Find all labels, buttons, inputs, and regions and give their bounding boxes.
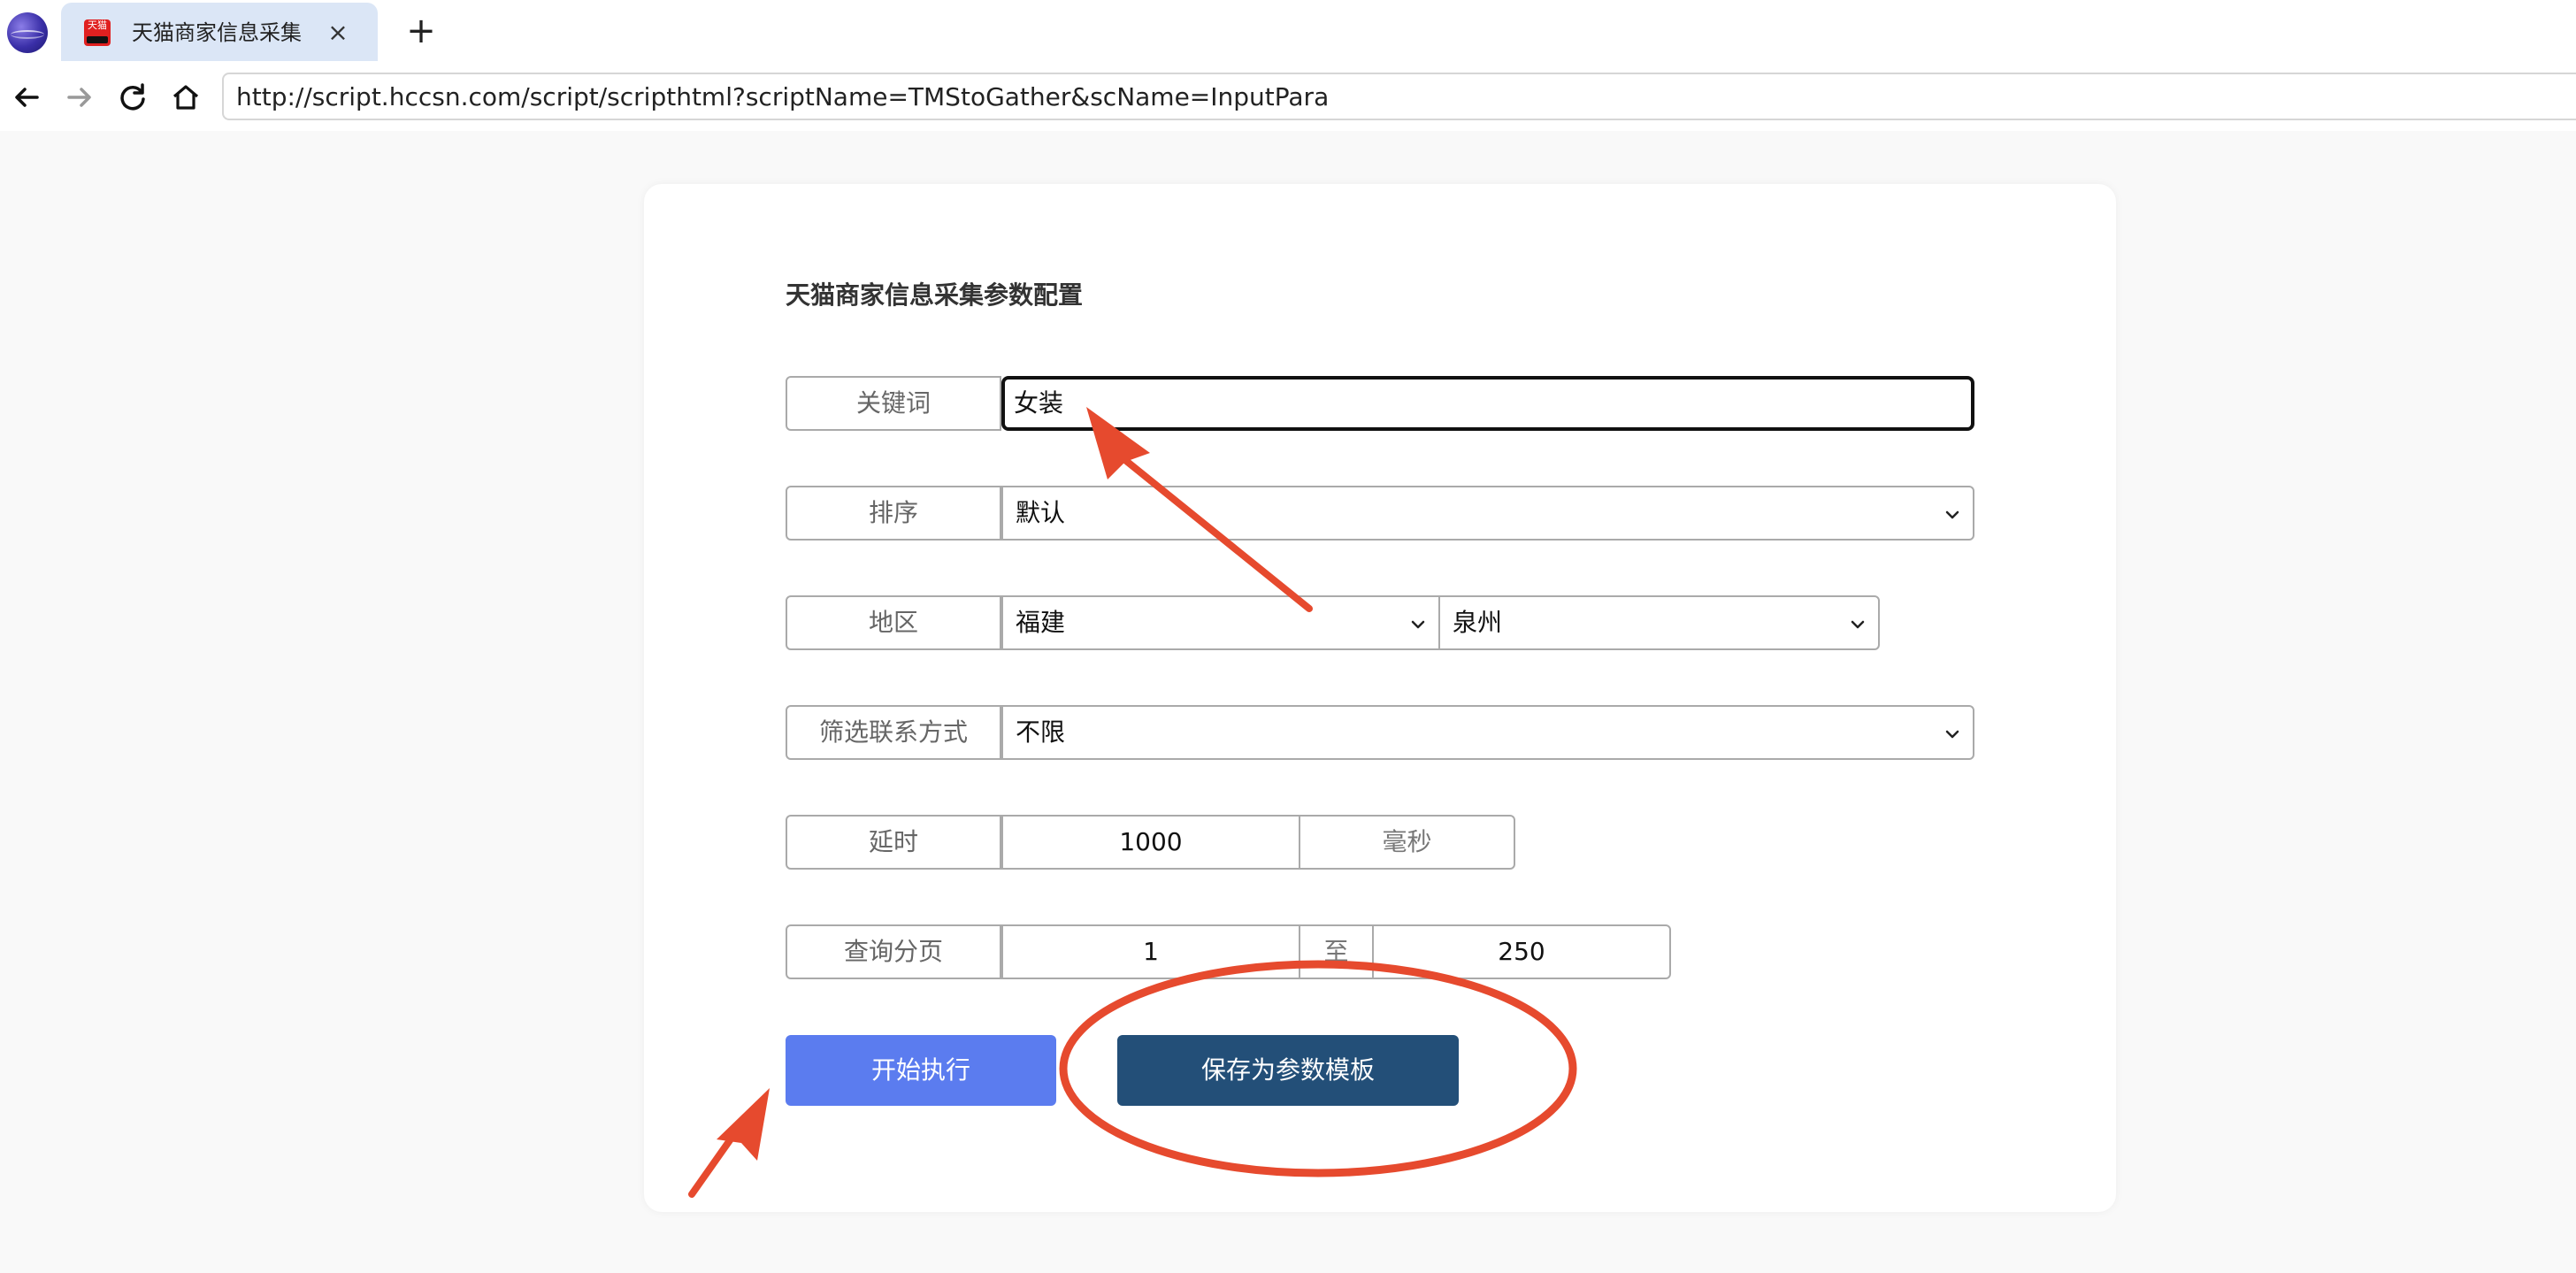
- keyword-input[interactable]: 女装: [1001, 376, 1974, 431]
- browser-logo-icon[interactable]: [7, 12, 48, 53]
- back-arrow-icon[interactable]: [9, 80, 44, 115]
- save-template-button[interactable]: 保存为参数模板: [1117, 1035, 1459, 1106]
- chevron-down-icon: [1945, 730, 1959, 739]
- page-from-input[interactable]: 1: [1001, 924, 1300, 979]
- home-icon[interactable]: [168, 80, 203, 115]
- close-tab-icon[interactable]: ×: [323, 18, 353, 48]
- start-button[interactable]: 开始执行: [786, 1035, 1056, 1106]
- city-value: 泉州: [1453, 608, 1503, 637]
- page-to-value: 250: [1498, 937, 1545, 966]
- keyword-value: 女装: [1014, 388, 1064, 418]
- city-select[interactable]: 泉州: [1438, 595, 1880, 650]
- sort-select[interactable]: 默认: [1001, 486, 1974, 541]
- delay-input[interactable]: 1000: [1001, 815, 1300, 870]
- form-title: 天猫商家信息采集参数配置: [786, 280, 1084, 310]
- tab-active[interactable]: 天猫 天猫商家信息采集 ×: [61, 3, 378, 61]
- tmall-favicon-icon: 天猫: [84, 19, 111, 46]
- page-separator: 至: [1299, 924, 1374, 979]
- contact-filter-label: 筛选联系方式: [786, 705, 1001, 760]
- browser-chrome: 天猫 天猫商家信息采集 × + http://script.hccsn.com/…: [0, 0, 2576, 131]
- address-bar[interactable]: http://script.hccsn.com/script/scripthtm…: [222, 73, 2576, 120]
- chevron-down-icon: [1851, 620, 1865, 629]
- contact-filter-select[interactable]: 不限: [1001, 705, 1974, 760]
- url-text: http://script.hccsn.com/script/scripthtm…: [236, 82, 1330, 111]
- delay-label: 延时: [786, 815, 1001, 870]
- delay-unit-text: 毫秒: [1382, 827, 1432, 856]
- page-separator-text: 至: [1323, 937, 1349, 966]
- navigation-bar: http://script.hccsn.com/script/scripthtm…: [0, 62, 2576, 131]
- province-select[interactable]: 福建: [1001, 595, 1440, 650]
- page-from-value: 1: [1143, 937, 1159, 966]
- keyword-label: 关键词: [786, 376, 1001, 431]
- delay-unit: 毫秒: [1299, 815, 1515, 870]
- new-tab-icon[interactable]: +: [403, 13, 439, 50]
- tab-title: 天猫商家信息采集: [132, 20, 302, 45]
- form-card: 天猫商家信息采集参数配置 关键词 女装 排序 默认 地区 福建 泉州 筛选联系方…: [644, 184, 2116, 1212]
- tab-favicon-text: 天猫: [88, 19, 107, 31]
- sort-label: 排序: [786, 486, 1001, 541]
- chevron-down-icon: [1411, 620, 1425, 629]
- page-query-label: 查询分页: [786, 924, 1001, 979]
- contact-filter-value: 不限: [1016, 717, 1066, 747]
- chevron-down-icon: [1945, 510, 1959, 519]
- page-to-input[interactable]: 250: [1372, 924, 1671, 979]
- province-value: 福建: [1016, 608, 1066, 637]
- forward-arrow-icon[interactable]: [62, 80, 97, 115]
- tab-bar: 天猫 天猫商家信息采集 × +: [0, 0, 2576, 62]
- region-label: 地区: [786, 595, 1001, 650]
- sort-value: 默认: [1016, 498, 1066, 527]
- reload-icon[interactable]: [115, 80, 150, 115]
- delay-value: 1000: [1119, 827, 1183, 856]
